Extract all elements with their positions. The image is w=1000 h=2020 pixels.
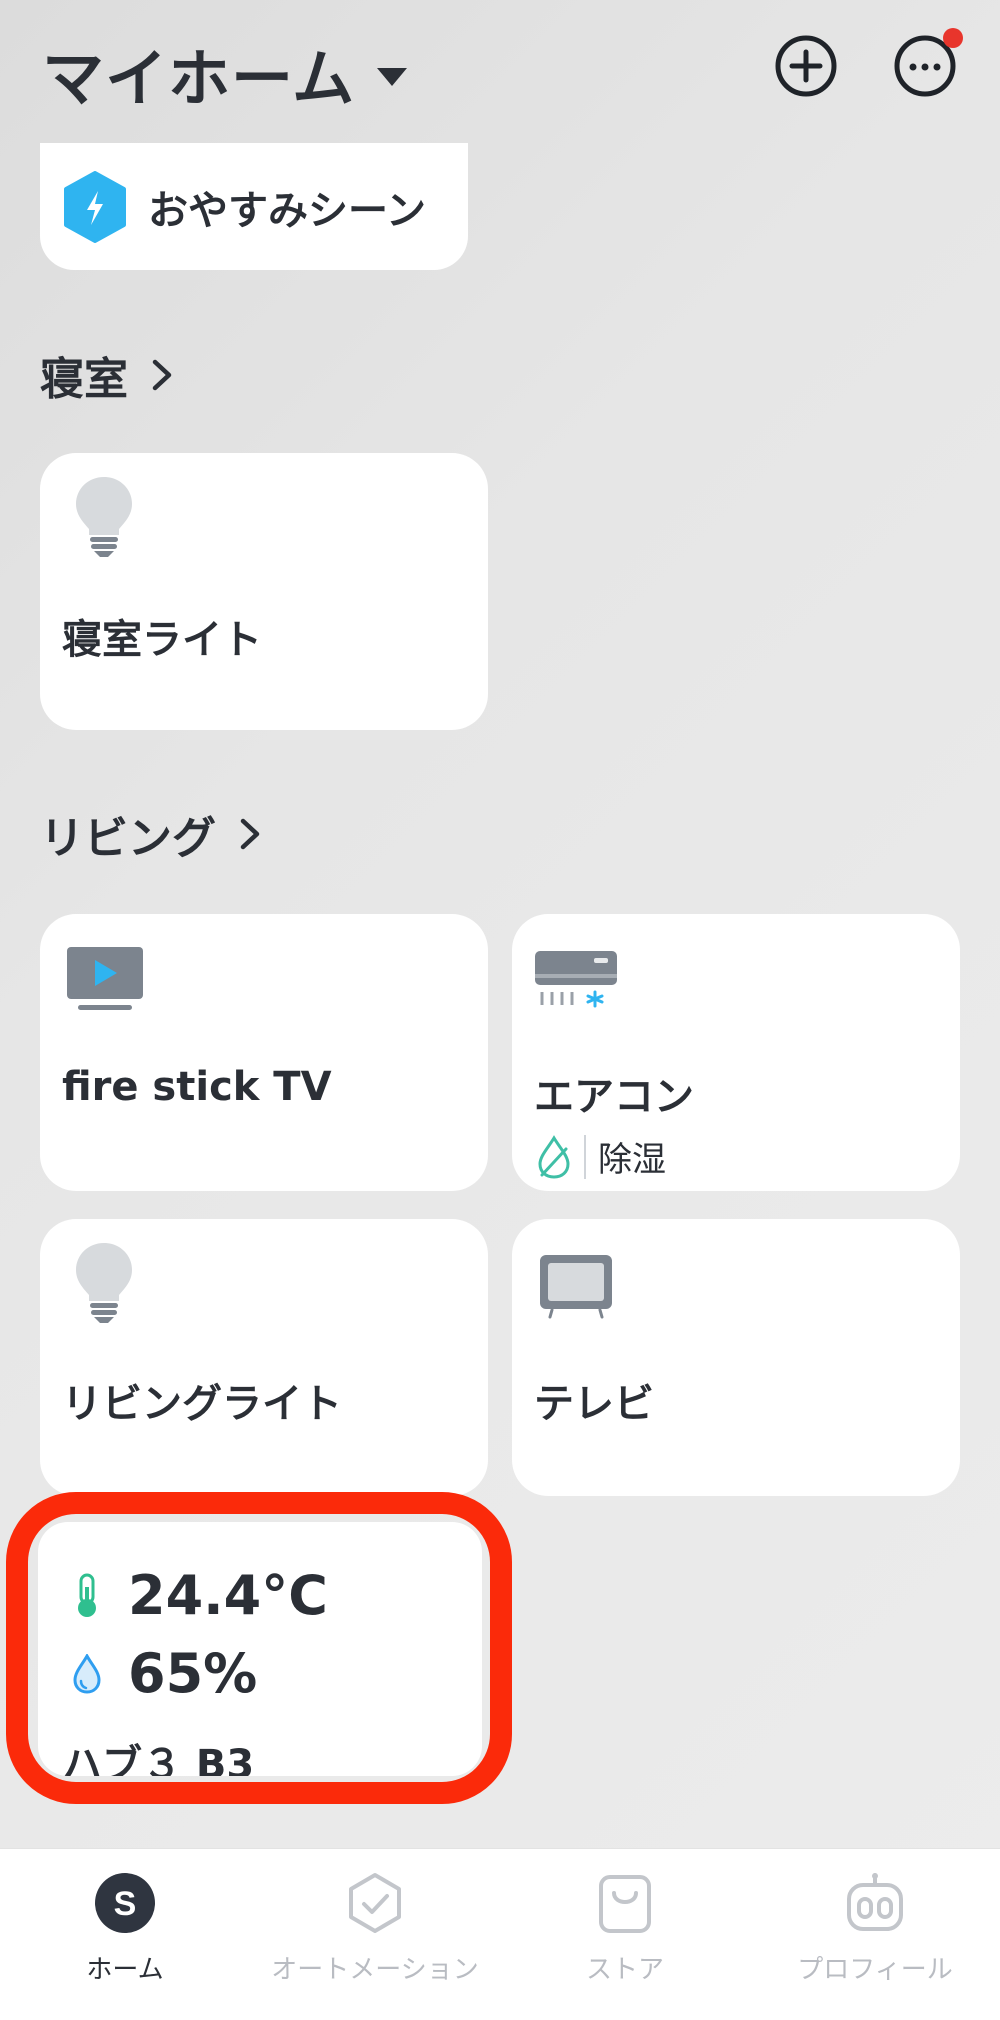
device-card-bedroom-light[interactable]: 寝室ライト: [40, 453, 488, 730]
device-status: 除湿: [536, 1132, 666, 1181]
svg-text:S: S: [114, 1885, 137, 1923]
shopping-bag-icon: [599, 1875, 651, 1933]
device-name: リビングライト: [62, 1381, 342, 1427]
device-name: テレビ: [534, 1381, 654, 1427]
chevron-right-icon: [152, 359, 172, 391]
page-title: マイホーム: [42, 42, 356, 115]
scene-card[interactable]: おやすみシーン: [40, 143, 468, 270]
nav-automation[interactable]: オートメーション: [250, 1871, 500, 2001]
highlight-annotation: [6, 1492, 512, 1804]
automation-check-hexagon-icon: [349, 1873, 401, 1933]
status-text: 除湿: [598, 1140, 666, 1180]
nav-label: ストア: [585, 1955, 664, 1985]
app-screen: マイホーム おやすみシーン 寝室 寝室ライト リビング fire stick T…: [0, 0, 1000, 2020]
home-selector[interactable]: マイホーム: [42, 28, 408, 118]
more-button[interactable]: [893, 28, 963, 98]
device-name: 寝室ライト: [62, 617, 262, 663]
header: マイホーム: [0, 0, 1000, 140]
home-s-icon: S: [95, 1873, 155, 1933]
plus-circle-icon: [775, 35, 837, 97]
lightning-hexagon-icon: [64, 170, 126, 243]
tv-play-icon: [67, 947, 143, 1010]
nav-store[interactable]: ストア: [500, 1871, 750, 2001]
nav-label: ホーム: [86, 1955, 164, 1985]
air-conditioner-icon: [535, 951, 617, 1008]
nav-label: オートメーション: [271, 1955, 479, 1985]
device-card-television[interactable]: テレビ: [512, 1219, 960, 1496]
dehumidify-drop-icon: [538, 1134, 570, 1179]
nav-home[interactable]: S ホーム: [0, 1871, 250, 2001]
device-card-fire-stick-tv[interactable]: fire stick TV: [40, 914, 488, 1191]
room-header-bedroom[interactable]: 寝室: [40, 343, 176, 407]
lightbulb-icon: [76, 477, 132, 557]
scene-label: おやすみシーン: [148, 187, 426, 234]
add-button[interactable]: [774, 34, 838, 98]
nav-label: プロフィール: [797, 1955, 953, 1985]
lightbulb-icon: [76, 1243, 132, 1323]
device-name: エアコン: [534, 1074, 694, 1120]
television-icon: [540, 1255, 612, 1319]
chevron-right-icon: [240, 818, 260, 850]
device-card-living-light[interactable]: リビングライト: [40, 1219, 488, 1496]
bottom-nav: S ホーム オートメーション ストア プロフィール: [0, 1848, 1000, 2020]
room-header-living[interactable]: リビング: [40, 802, 264, 866]
room-name: リビング: [40, 813, 216, 864]
notification-dot: [943, 28, 963, 48]
caret-down-icon: [377, 68, 408, 86]
nav-profile[interactable]: プロフィール: [750, 1871, 1000, 2001]
device-name: fire stick TV: [62, 1064, 332, 1110]
divider: [584, 1134, 586, 1179]
device-card-air-conditioner[interactable]: エアコン 除湿: [512, 914, 960, 1191]
room-name: 寝室: [40, 354, 128, 405]
robot-profile-icon: [847, 1873, 903, 1931]
